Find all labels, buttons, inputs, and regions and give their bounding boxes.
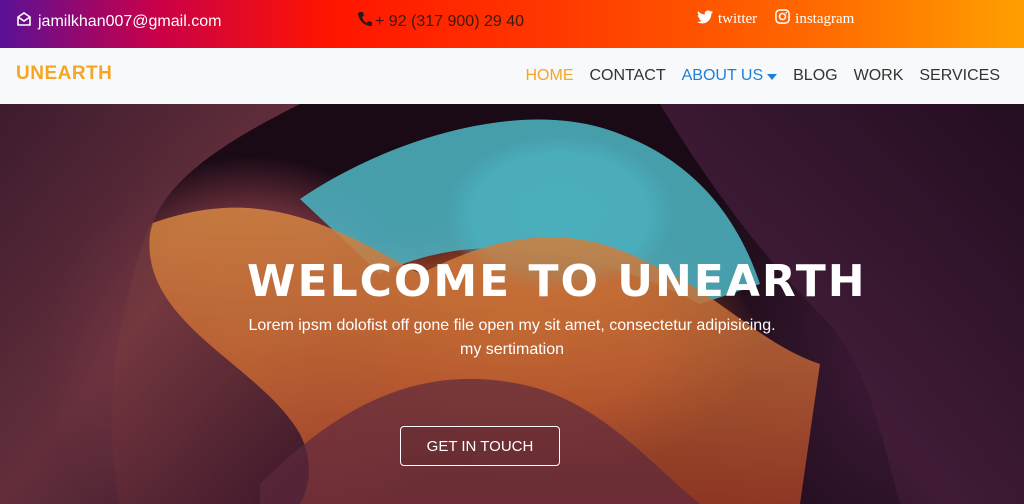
- hero-title: WELCOME TO UNEARTH: [247, 256, 867, 307]
- twitter-link[interactable]: twitter: [697, 9, 757, 29]
- navbar: UNEARTH HOME CONTACT ABOUT US BLOG WORK …: [0, 48, 1024, 104]
- nav-item-contact[interactable]: CONTACT: [589, 67, 665, 85]
- chevron-down-icon: [767, 73, 778, 80]
- hero-subtitle: Lorem ipsm dolofist off gone file open m…: [248, 317, 776, 358]
- get-in-touch-button[interactable]: GET IN TOUCH: [400, 426, 560, 466]
- nav-item-home[interactable]: HOME: [525, 67, 573, 85]
- nav-menu: HOME CONTACT ABOUT US BLOG WORK SERVICES: [525, 67, 1000, 85]
- top-info-bar: jamilkhan007@gmail.com + 92 (317 900) 29…: [0, 0, 1024, 48]
- nav-item-services[interactable]: SERVICES: [919, 67, 1000, 85]
- envelope-icon: [16, 11, 32, 32]
- twitter-label: twitter: [718, 10, 758, 27]
- twitter-icon: [697, 9, 713, 29]
- instagram-link[interactable]: instagram: [775, 9, 854, 29]
- nav-item-work[interactable]: WORK: [854, 67, 904, 85]
- nav-item-about-us-label: ABOUT US: [681, 67, 764, 84]
- phone-icon: [357, 11, 373, 32]
- brand-logo[interactable]: UNEARTH: [16, 63, 112, 85]
- nav-item-about-us[interactable]: ABOUT US: [682, 67, 778, 85]
- instagram-icon: [775, 9, 790, 29]
- social-links: twitter instagram: [697, 9, 854, 29]
- phone-contact[interactable]: + 92 (317 900) 29 40: [357, 11, 524, 32]
- email-text: jamilkhan007@gmail.com: [38, 12, 222, 30]
- hero-content: WELCOME TO UNEARTH Lorem ipsm dolofist o…: [0, 104, 1024, 504]
- instagram-label: instagram: [795, 10, 855, 27]
- email-contact[interactable]: jamilkhan007@gmail.com: [16, 11, 221, 32]
- hero-section: WELCOME TO UNEARTH Lorem ipsm dolofist o…: [0, 104, 1024, 504]
- phone-text: + 92 (317 900) 29 40: [375, 12, 525, 30]
- nav-item-blog[interactable]: BLOG: [793, 67, 837, 85]
